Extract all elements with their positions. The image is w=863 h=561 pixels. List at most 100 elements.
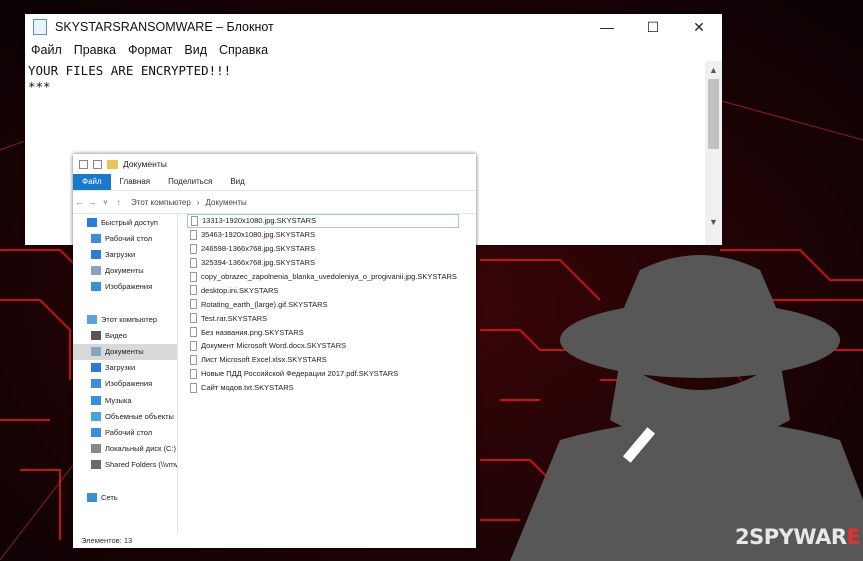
- sidebar-item-label: Документы: [105, 347, 144, 357]
- address-bar: ← → ˅ ↑ Этот компьютер › Документы: [73, 190, 476, 214]
- sidebar-item[interactable]: Изображения: [73, 279, 177, 295]
- navigation-pane: Быстрый доступ Рабочий стол Загрузки Докуме…: [73, 214, 178, 534]
- file-name: desktop.ini.SKYSTARS: [201, 285, 279, 295]
- vertical-scrollbar[interactable]: ▲ ▼: [705, 61, 722, 245]
- breadcrumb-documents[interactable]: Документы: [206, 198, 247, 207]
- breadcrumb-separator: ›: [196, 197, 200, 207]
- sidebar-item-label: Сеть: [101, 492, 118, 502]
- sidebar-item[interactable]: Быстрый доступ: [73, 214, 177, 230]
- sidebar-item[interactable]: Сеть: [73, 489, 177, 505]
- file-icon: [190, 368, 197, 379]
- ribbon-tabs: Файл Главная Поделиться Вид: [73, 174, 476, 190]
- sidebar-item[interactable]: Загрузки: [73, 246, 177, 262]
- maximize-button[interactable]: ☐: [630, 14, 676, 40]
- file-item[interactable]: copy_obrazec_zapolnenia_blanka_uvedoleni…: [187, 270, 472, 284]
- file-item[interactable]: 35463-1920x1080.jpg.SKYSTARS: [187, 228, 472, 242]
- window-title: SKYSTARSRANSOMWARE – Блокнот: [55, 20, 274, 34]
- chevron-down-icon[interactable]: ˅: [99, 198, 112, 207]
- file-name: 13313-1920x1080.jpg.SKYSTARS: [202, 216, 317, 226]
- forward-arrow-icon[interactable]: →: [86, 198, 99, 207]
- file-icon: [190, 382, 197, 393]
- sidebar-item[interactable]: Рабочий стол: [73, 230, 177, 246]
- watermark-logo: 2SPYWARE: [735, 525, 861, 549]
- download-icon: [91, 249, 101, 259]
- network-drive-icon: [91, 460, 101, 470]
- file-name: copy_obrazec_zapolnenia_blanka_uvedoleni…: [201, 272, 457, 281]
- minimize-button[interactable]: —: [584, 14, 630, 40]
- sidebar-item[interactable]: Shared Folders (\\vmware-host): [73, 457, 177, 473]
- menu-help[interactable]: Справка: [219, 43, 268, 57]
- tab-view[interactable]: Вид: [221, 174, 253, 190]
- file-icon: [190, 229, 197, 240]
- desktop-icon: [91, 233, 101, 243]
- pictures-icon: [91, 282, 101, 292]
- drive-icon: [91, 444, 101, 454]
- sidebar-item[interactable]: Объемные объекты: [73, 408, 177, 424]
- up-arrow-icon[interactable]: ↑: [112, 198, 125, 207]
- sidebar-item[interactable]: Этот компьютер: [73, 311, 177, 327]
- objects-icon: [91, 411, 101, 421]
- file-item[interactable]: Rotating_earth_(large).gif.SKYSTARS: [187, 297, 472, 311]
- tab-file[interactable]: Файл: [73, 174, 111, 190]
- sidebar-item-label: Документы: [105, 266, 144, 276]
- menu-file[interactable]: Файл: [31, 43, 62, 57]
- properties-icon[interactable]: [93, 159, 102, 169]
- scroll-thumb[interactable]: [708, 79, 719, 149]
- star-icon: [87, 217, 97, 227]
- quick-access-toolbar-icon[interactable]: [79, 159, 88, 169]
- file-icon: [190, 257, 197, 268]
- sidebar-item[interactable]: Видео: [73, 327, 177, 343]
- scroll-down-icon[interactable]: ▼: [705, 215, 722, 229]
- sidebar-item-label: Загрузки: [105, 363, 136, 373]
- file-icon: [190, 340, 197, 351]
- sidebar-item[interactable]: Документы: [73, 263, 177, 279]
- documents-icon: [91, 266, 101, 276]
- file-icon: [190, 299, 197, 310]
- sidebar-item: [73, 295, 177, 311]
- notepad-icon: [33, 19, 47, 35]
- close-button[interactable]: ✕: [676, 14, 722, 40]
- computer-icon: [87, 314, 97, 324]
- sidebar-item-label: Объемные объекты: [105, 411, 174, 421]
- file-item[interactable]: Лист Microsoft Excel.xlsx.SKYSTARS: [187, 353, 472, 367]
- sidebar-item-label: Shared Folders (\\vmware-host): [105, 460, 177, 470]
- scroll-up-icon[interactable]: ▲: [705, 63, 722, 77]
- sidebar-item[interactable]: Документы: [73, 343, 177, 360]
- file-icon: [190, 285, 197, 296]
- back-arrow-icon[interactable]: ←: [73, 198, 86, 207]
- sidebar-item[interactable]: Локальный диск (C:): [73, 441, 177, 457]
- menu-format[interactable]: Формат: [128, 43, 172, 57]
- file-item[interactable]: Test.rar.SKYSTARS: [187, 311, 472, 325]
- sidebar-item-label: Быстрый доступ: [101, 217, 158, 227]
- menu-view[interactable]: Вид: [184, 43, 207, 57]
- sidebar-item-label: Загрузки: [105, 249, 136, 259]
- video-icon: [91, 330, 101, 340]
- sidebar-item[interactable]: Рабочий стол: [73, 424, 177, 440]
- tab-home[interactable]: Главная: [111, 174, 159, 190]
- file-item[interactable]: 246598-1366x768.jpg.SKYSTARS: [187, 242, 472, 256]
- file-icon: [191, 215, 198, 226]
- sidebar-item[interactable]: Изображения: [73, 376, 177, 392]
- tab-share[interactable]: Поделиться: [159, 174, 221, 190]
- file-item[interactable]: Новые ПДД Российской Федерации 2017.pdf.…: [187, 367, 472, 381]
- sidebar-item-label: Рабочий стол: [105, 233, 153, 243]
- sidebar-item-label: Изображения: [105, 379, 153, 389]
- menu-edit[interactable]: Правка: [74, 43, 116, 57]
- sidebar-item[interactable]: Музыка: [73, 392, 177, 408]
- breadcrumb-computer[interactable]: Этот компьютер: [131, 198, 191, 207]
- file-item[interactable]: Сайт модов.txt.SKYSTARS: [187, 381, 472, 395]
- file-item[interactable]: Документ Microsoft Word.docx.SKYSTARS: [187, 339, 472, 353]
- file-name: Rotating_earth_(large).gif.SKYSTARS: [201, 299, 328, 309]
- file-item[interactable]: 13313-1920x1080.jpg.SKYSTARS: [187, 214, 459, 228]
- file-item[interactable]: desktop.ini.SKYSTARS: [187, 283, 472, 297]
- file-item[interactable]: Без названия.png.SKYSTARS: [187, 325, 472, 339]
- explorer-titlebar: Документы: [73, 154, 476, 174]
- file-name: Новые ПДД Российской Федерации 2017.pdf.…: [201, 369, 399, 379]
- file-item[interactable]: 325394-1366x768.jpg.SKYSTARS: [187, 256, 472, 270]
- sidebar-item-label: Рабочий стол: [105, 428, 153, 438]
- file-icon: [190, 354, 197, 365]
- sidebar-item-label: Музыка: [105, 395, 132, 405]
- file-icon: [190, 243, 197, 254]
- file-name: 246598-1366x768.jpg.SKYSTARS: [201, 244, 316, 254]
- sidebar-item[interactable]: Загрузки: [73, 360, 177, 376]
